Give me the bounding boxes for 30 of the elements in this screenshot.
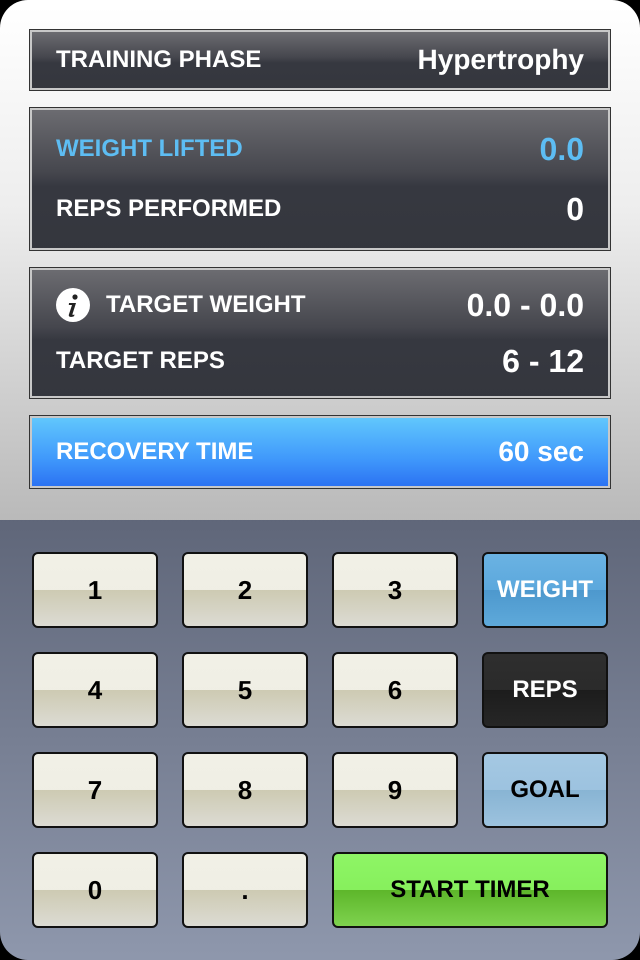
training-phase-value: Hypertrophy (418, 43, 584, 77)
info-icon[interactable] (56, 288, 90, 322)
keypad-key[interactable]: 3 (332, 552, 458, 628)
row-label: TARGET WEIGHT (106, 290, 306, 320)
row-label: TARGET REPS (56, 346, 225, 376)
keypad-key[interactable]: 1 (32, 552, 158, 628)
keypad-key[interactable]: GOAL (482, 752, 608, 828)
performed-row[interactable]: WEIGHT LIFTED 0.0 (56, 131, 584, 167)
row-value: 0.0 (540, 133, 584, 165)
training-phase-panel[interactable]: TRAINING PHASE Hypertrophy (30, 30, 610, 90)
keypad-key[interactable]: 7 (32, 752, 158, 828)
row-label: WEIGHT LIFTED (56, 134, 243, 164)
row-value: 6 - 12 (502, 345, 584, 377)
keypad-key[interactable]: 4 (32, 652, 158, 728)
row-value: 0 (566, 193, 584, 225)
recovery-time-value: 60 sec (498, 435, 584, 469)
training-phase-label: TRAINING PHASE (56, 45, 262, 75)
keypad-key[interactable]: . (182, 852, 308, 928)
row-value: 0.0 - 0.0 (466, 289, 584, 321)
keypad-key[interactable]: 8 (182, 752, 308, 828)
keypad-key[interactable]: 6 (332, 652, 458, 728)
performed-row[interactable]: REPS PERFORMED 0 (56, 191, 584, 227)
keypad-key[interactable]: 9 (332, 752, 458, 828)
keypad-key[interactable]: 2 (182, 552, 308, 628)
keypad-key[interactable]: REPS (482, 652, 608, 728)
keypad-key[interactable]: 0 (32, 852, 158, 928)
recovery-time-label: RECOVERY TIME (56, 437, 254, 467)
keypad-key[interactable]: 5 (182, 652, 308, 728)
row-label: REPS PERFORMED (56, 194, 282, 224)
keypad-key[interactable]: START TIMER (332, 852, 608, 928)
